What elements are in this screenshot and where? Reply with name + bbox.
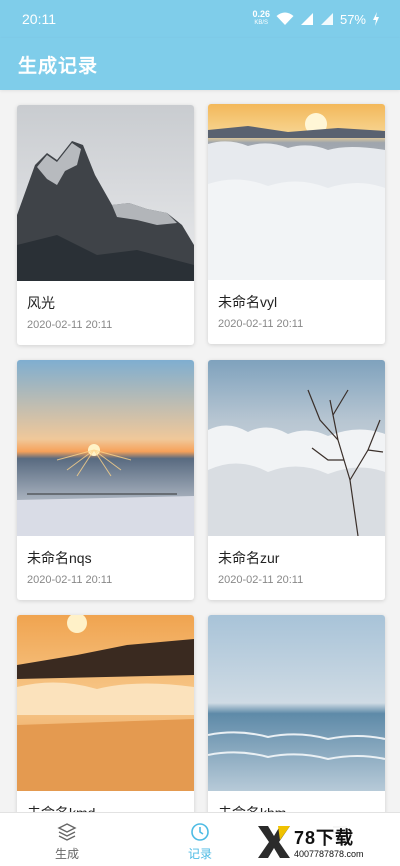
record-card[interactable]: 未命名kmd bbox=[17, 615, 194, 812]
ocean-waves-image bbox=[208, 615, 385, 791]
net-speed-value: 0.26 bbox=[252, 9, 270, 19]
records-grid[interactable]: 风光 2020-02-11 20:11 未命名vyl 2020-02-11 20… bbox=[0, 90, 400, 812]
record-card[interactable]: 风光 2020-02-11 20:11 bbox=[17, 105, 194, 345]
tree-over-clouds-image bbox=[208, 360, 385, 536]
status-time: 20:11 bbox=[22, 11, 56, 27]
record-name: 未命名vyl bbox=[218, 294, 278, 310]
record-thumbnail[interactable] bbox=[17, 360, 194, 536]
record-name: 未命名zur bbox=[218, 550, 280, 566]
record-date: 2020-02-11 20:11 bbox=[218, 574, 304, 586]
signal-icon bbox=[300, 13, 313, 25]
net-speed: 0.26 KB/S bbox=[252, 10, 270, 28]
nav-item-generate[interactable]: 生成 bbox=[27, 813, 107, 866]
record-name: 未命名nqs bbox=[27, 550, 92, 566]
status-icons: 0.26 KB/S 57% bbox=[252, 8, 380, 30]
record-card[interactable]: 未命名zur 2020-02-11 20:11 bbox=[208, 360, 385, 600]
record-date: 2020-02-11 20:11 bbox=[27, 319, 113, 331]
sunrise-snowfield-image bbox=[17, 360, 194, 536]
record-card[interactable]: 未命名khm bbox=[208, 615, 385, 812]
record-thumbnail[interactable] bbox=[208, 104, 385, 280]
record-thumbnail[interactable] bbox=[208, 615, 385, 791]
site-watermark: 78下载 4007787878.com bbox=[252, 818, 400, 866]
sunrise-clouds-image bbox=[208, 104, 385, 280]
record-card[interactable]: 未命名nqs 2020-02-11 20:11 bbox=[17, 360, 194, 600]
record-card[interactable]: 未命名vyl 2020-02-11 20:11 bbox=[208, 104, 385, 344]
watermark-brand: 78下载 bbox=[294, 828, 355, 848]
record-date: 2020-02-11 20:11 bbox=[218, 318, 304, 330]
wifi-icon bbox=[276, 12, 294, 25]
mountain-peaks-image bbox=[17, 105, 194, 281]
record-thumbnail[interactable] bbox=[17, 615, 194, 791]
app-bar: 生成记录 bbox=[0, 38, 400, 90]
record-thumbnail[interactable] bbox=[208, 360, 385, 536]
golden-misty-hills-image bbox=[17, 615, 194, 791]
record-name: 未命名khm bbox=[218, 803, 286, 812]
record-thumbnail[interactable] bbox=[17, 105, 194, 281]
layers-icon bbox=[57, 823, 77, 841]
page-title: 生成记录 bbox=[18, 56, 99, 77]
battery-percent: 57% bbox=[339, 11, 366, 27]
signal-icon bbox=[320, 13, 333, 25]
clock-icon bbox=[191, 823, 209, 841]
watermark-url: 4007787878.com bbox=[294, 849, 364, 859]
nav-label-records: 记录 bbox=[187, 847, 212, 861]
nav-label-generate: 生成 bbox=[54, 847, 79, 861]
status-bar: 20:11 0.26 KB/S 57% bbox=[0, 0, 400, 38]
battery-charging-icon bbox=[373, 12, 379, 26]
nav-item-records[interactable]: 记录 bbox=[160, 813, 240, 866]
net-speed-unit: KB/S bbox=[254, 20, 269, 26]
record-name: 未命名kmd bbox=[27, 803, 95, 812]
record-date: 2020-02-11 20:11 bbox=[27, 574, 113, 586]
x-logo bbox=[258, 826, 290, 858]
record-name: 风光 bbox=[27, 295, 55, 311]
